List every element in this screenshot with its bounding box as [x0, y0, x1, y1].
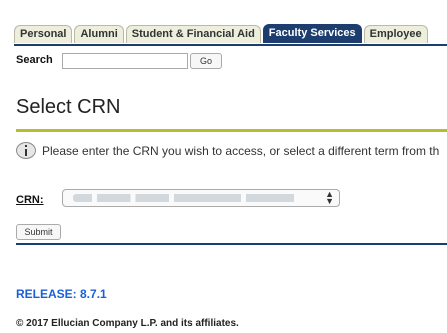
info-icon [16, 142, 36, 159]
form-divider [16, 243, 447, 245]
page-title: Select CRN [16, 96, 121, 118]
nav-divider [14, 44, 447, 46]
tab-employee[interactable]: Employee [363, 25, 428, 43]
main-tab-bar: Personal Alumni Student & Financial Aid Fac… [14, 24, 447, 44]
info-text: Please enter the CRN you wish to access,… [42, 144, 440, 158]
tab-faculty-services[interactable]: Faculty Services [262, 24, 362, 43]
tab-student-financial-aid[interactable]: Student & Financial Aid [125, 25, 261, 43]
select-arrows-icon: ▲ ▼ [325, 189, 334, 206]
tab-alumni[interactable]: Alumni [74, 25, 124, 43]
crn-label: CRN: [16, 194, 44, 206]
search-label: Search [16, 54, 53, 66]
title-divider [16, 129, 447, 132]
crn-select[interactable]: ▲ ▼ [62, 189, 340, 207]
crn-selected-value-redacted [73, 194, 313, 202]
go-button[interactable]: Go [190, 53, 222, 69]
release-link[interactable]: RELEASE: 8.7.1 [16, 287, 107, 301]
tab-personal[interactable]: Personal [14, 25, 73, 43]
search-input[interactable] [62, 53, 188, 69]
copyright-text: © 2017 Ellucian Company L.P. and its aff… [16, 318, 239, 329]
submit-button[interactable]: Submit [16, 224, 61, 240]
info-message: Please enter the CRN you wish to access,… [16, 142, 447, 160]
